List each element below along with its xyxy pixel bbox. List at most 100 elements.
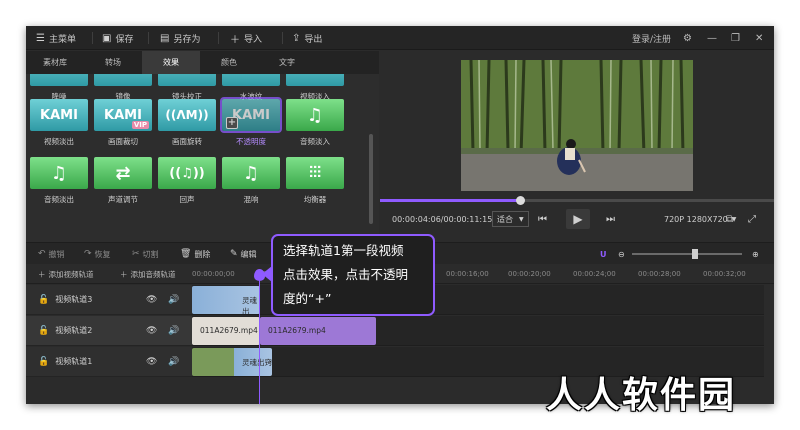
- delete-button[interactable]: 🗑 删除: [180, 243, 210, 265]
- fit-dropdown[interactable]: 适合 ▼: [492, 211, 529, 227]
- effect-audio-fade-out[interactable]: ♫ 音频淡出: [30, 157, 88, 204]
- main-menu-button[interactable]: ☰ 主菜单: [36, 26, 76, 50]
- track-label-video1[interactable]: 🔓 视频轨道1 👁 🔊: [26, 347, 192, 377]
- tab-transition[interactable]: 转场: [84, 51, 142, 74]
- kami-logo-icon: KAMI: [30, 99, 88, 131]
- effect-label: 均衡器: [303, 195, 327, 204]
- track-name: 视频轨道1: [55, 357, 93, 366]
- timeline-clip[interactable]: 灵魂出窍: [192, 348, 272, 376]
- export-label: 导出: [304, 34, 323, 45]
- add-audio-track-button[interactable]: ＋添加音频轨道: [120, 264, 176, 284]
- zoom-in-icon[interactable]: ⊕: [752, 243, 759, 265]
- undo-label: 撤销: [48, 249, 65, 259]
- effect-label: 视频淡出: [44, 137, 74, 146]
- minimize-icon[interactable]: —: [707, 26, 717, 50]
- editor-window: ☰ 主菜单 ▣ 保存 ▤ 另存为 ＋ 导入 ⇪ 导出 登录/注册 ⚙ — ❐ ✕: [26, 26, 774, 404]
- preview-panel: 00:00:04:06/00:00:11:15 适合 ▼ ⏮ ▶ ⏭ 720P …: [380, 51, 774, 241]
- effect-label: 混响: [243, 195, 259, 204]
- effect-reverb[interactable]: ♫ 混响: [222, 157, 280, 204]
- timeline-clip[interactable]: 灵魂出: [192, 286, 260, 314]
- delete-label: 删除: [194, 249, 211, 259]
- effect-lens[interactable]: 镜头校正: [158, 74, 216, 101]
- save-as-button[interactable]: ▤ 另存为: [160, 26, 200, 50]
- timeline-clip[interactable]: 011A2679.mp4: [260, 317, 376, 345]
- effect-opacity[interactable]: KAMI + 不透明度: [220, 97, 282, 146]
- effects-panel: 降噪 镜像 镜头校正 水波纹 视频淡入 KAMI 视频淡出 KAMI VIP 画…: [26, 74, 379, 242]
- edit-button[interactable]: ✎ 编辑: [230, 243, 257, 265]
- plus-icon: ＋: [120, 269, 128, 279]
- track-label-video2[interactable]: 🔓 视频轨道2 👁 🔊: [26, 316, 192, 346]
- effect-audio-fade-in[interactable]: ♫ 音频淡入: [286, 99, 344, 146]
- volume-icon[interactable]: 🔊: [168, 326, 179, 336]
- restore-icon[interactable]: ❐: [731, 26, 740, 50]
- music-note-icon: ♫: [286, 99, 344, 131]
- eye-icon[interactable]: 👁: [146, 326, 157, 336]
- effect-channel[interactable]: ⇄ 声道调节: [94, 157, 152, 204]
- undo-icon: ↶: [38, 249, 46, 259]
- progress-fill: [380, 199, 520, 202]
- zoom-slider[interactable]: [632, 243, 742, 265]
- chevron-down-icon: ▼: [519, 215, 524, 223]
- add-video-track-button[interactable]: ＋添加视频轨道: [38, 264, 94, 284]
- ruler-tick-label: 00:00:24;00: [573, 270, 616, 278]
- lock-icon[interactable]: 🔓: [38, 295, 49, 305]
- instruction-callout: 选择轨道1第一段视频 点击效果，点击不透明 度的“+”: [271, 234, 435, 316]
- next-frame-icon[interactable]: ⏭: [606, 209, 615, 229]
- effects-scrollbar[interactable]: [369, 134, 373, 224]
- effect-echo[interactable]: ((♫)) 回声: [158, 157, 216, 204]
- effect-video-fade-in[interactable]: 视频淡入: [286, 74, 344, 101]
- ruler-tick-label: 00:00:28;00: [638, 270, 681, 278]
- close-icon[interactable]: ✕: [755, 26, 763, 50]
- tab-color[interactable]: 颜色: [200, 51, 258, 74]
- kami-logo-icon: KAMI +: [220, 97, 282, 133]
- trash-icon: 🗑: [180, 249, 192, 259]
- fullscreen-icon[interactable]: ⤢: [748, 209, 756, 229]
- eye-icon[interactable]: 👁: [146, 357, 157, 367]
- effect-equalizer[interactable]: ⫶⫶⫶ 均衡器: [286, 157, 344, 204]
- eye-icon[interactable]: 👁: [146, 295, 157, 305]
- tab-effects[interactable]: 效果: [142, 51, 200, 74]
- tab-text[interactable]: 文字: [258, 51, 316, 74]
- effect-rotate[interactable]: ((ΛΜ)) 画面旋转: [158, 99, 216, 146]
- progress-knob[interactable]: [516, 196, 525, 205]
- lock-icon[interactable]: 🔓: [38, 326, 49, 336]
- zoom-slider-handle[interactable]: [692, 249, 698, 259]
- redo-button[interactable]: ↷ 恢复: [84, 243, 111, 265]
- tab-color-label: 颜色: [221, 58, 237, 67]
- lock-icon[interactable]: 🔓: [38, 357, 49, 367]
- import-button[interactable]: ＋ 导入: [230, 26, 262, 50]
- music-note-icon: ♫: [222, 157, 280, 189]
- undo-button[interactable]: ↶ 撤销: [38, 243, 65, 265]
- effect-mirror[interactable]: 镜像: [94, 74, 152, 101]
- popout-icon[interactable]: ⧉: [726, 209, 733, 229]
- top-toolbar: ☰ 主菜单 ▣ 保存 ▤ 另存为 ＋ 导入 ⇪ 导出 登录/注册 ⚙ — ❐ ✕: [26, 26, 774, 50]
- export-button[interactable]: ⇪ 导出: [292, 26, 322, 50]
- login-link[interactable]: 登录/注册: [632, 26, 671, 50]
- effect-label: 回声: [179, 195, 195, 204]
- cut-button[interactable]: ✂ 切割: [132, 243, 159, 265]
- timeline-clip[interactable]: 011A2679.mp4: [192, 317, 260, 345]
- add-effect-plus-icon[interactable]: +: [226, 117, 238, 129]
- scissors-icon: ✂: [132, 249, 140, 259]
- volume-icon[interactable]: 🔊: [168, 357, 179, 367]
- playback-progress[interactable]: [380, 196, 774, 205]
- export-icon: ⇪: [292, 32, 301, 44]
- magnet-icon[interactable]: U: [600, 243, 607, 265]
- effect-crop[interactable]: KAMI VIP 画面裁切: [94, 99, 152, 146]
- play-icon[interactable]: ▶: [566, 209, 590, 229]
- tab-effects-label: 效果: [163, 58, 179, 67]
- save-button[interactable]: ▣ 保存: [102, 26, 133, 50]
- zoom-out-icon[interactable]: ⊖: [618, 243, 625, 265]
- settings-gear-icon[interactable]: ⚙: [683, 26, 692, 50]
- quality-label: 720P 1280X720: [664, 214, 728, 224]
- effect-denoise[interactable]: 降噪: [30, 74, 88, 101]
- effect-video-fade-out[interactable]: KAMI 视频淡出: [30, 99, 88, 146]
- playhead-line: [259, 272, 260, 404]
- ruler-tick-label: 00:00:00;00: [192, 270, 235, 278]
- effect-ripple[interactable]: 水波纹: [222, 74, 280, 101]
- track-label-video3[interactable]: 🔓 视频轨道3 👁 🔊: [26, 285, 192, 315]
- prev-frame-icon[interactable]: ⏮: [538, 209, 547, 229]
- volume-icon[interactable]: 🔊: [168, 295, 179, 305]
- tab-media[interactable]: 素材库: [26, 51, 84, 74]
- add-audio-label: 添加音频轨道: [130, 269, 176, 279]
